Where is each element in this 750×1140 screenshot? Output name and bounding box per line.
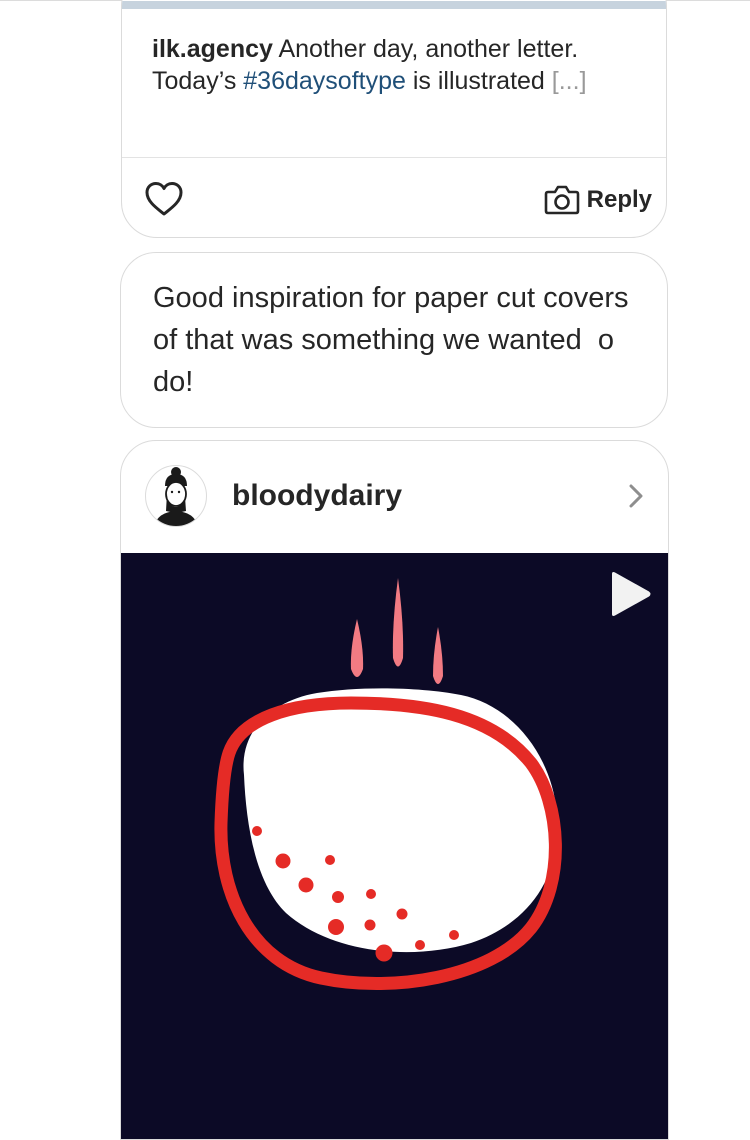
avatar-illustration [154, 467, 198, 526]
heart-outline-icon [145, 182, 183, 216]
card-divider [122, 157, 666, 158]
message-bubble[interactable]: Good inspiration for paper cut covers of… [120, 252, 668, 428]
reply-label: Reply [586, 186, 652, 213]
shared-post-media[interactable] [122, 1, 666, 9]
post-video[interactable] [121, 553, 668, 1139]
shared-post-card[interactable]: ilk.agency Another day, another letter. … [121, 0, 667, 238]
reply-button[interactable]: Reply [544, 183, 652, 217]
post-preview-header[interactable]: bloodydairy [121, 441, 668, 553]
post-artwork [214, 578, 562, 991]
caption-username[interactable]: ilk.agency [152, 35, 273, 63]
play-icon[interactable] [608, 571, 652, 617]
caption-hashtag[interactable]: #36daysoftype [243, 67, 406, 95]
caption-more[interactable]: [...] [552, 67, 587, 95]
shared-post-caption: ilk.agency Another day, another letter. … [152, 33, 632, 97]
post-username[interactable]: bloodydairy [232, 479, 402, 513]
post-preview-card[interactable]: bloodydairy [120, 440, 669, 1140]
camera-icon [544, 185, 579, 215]
like-button[interactable] [144, 181, 184, 217]
avatar[interactable] [145, 465, 207, 527]
chevron-right-icon[interactable] [626, 481, 646, 511]
message-text: Good inspiration for paper cut covers of… [153, 282, 637, 398]
caption-text-end: is illustrated [405, 67, 552, 95]
